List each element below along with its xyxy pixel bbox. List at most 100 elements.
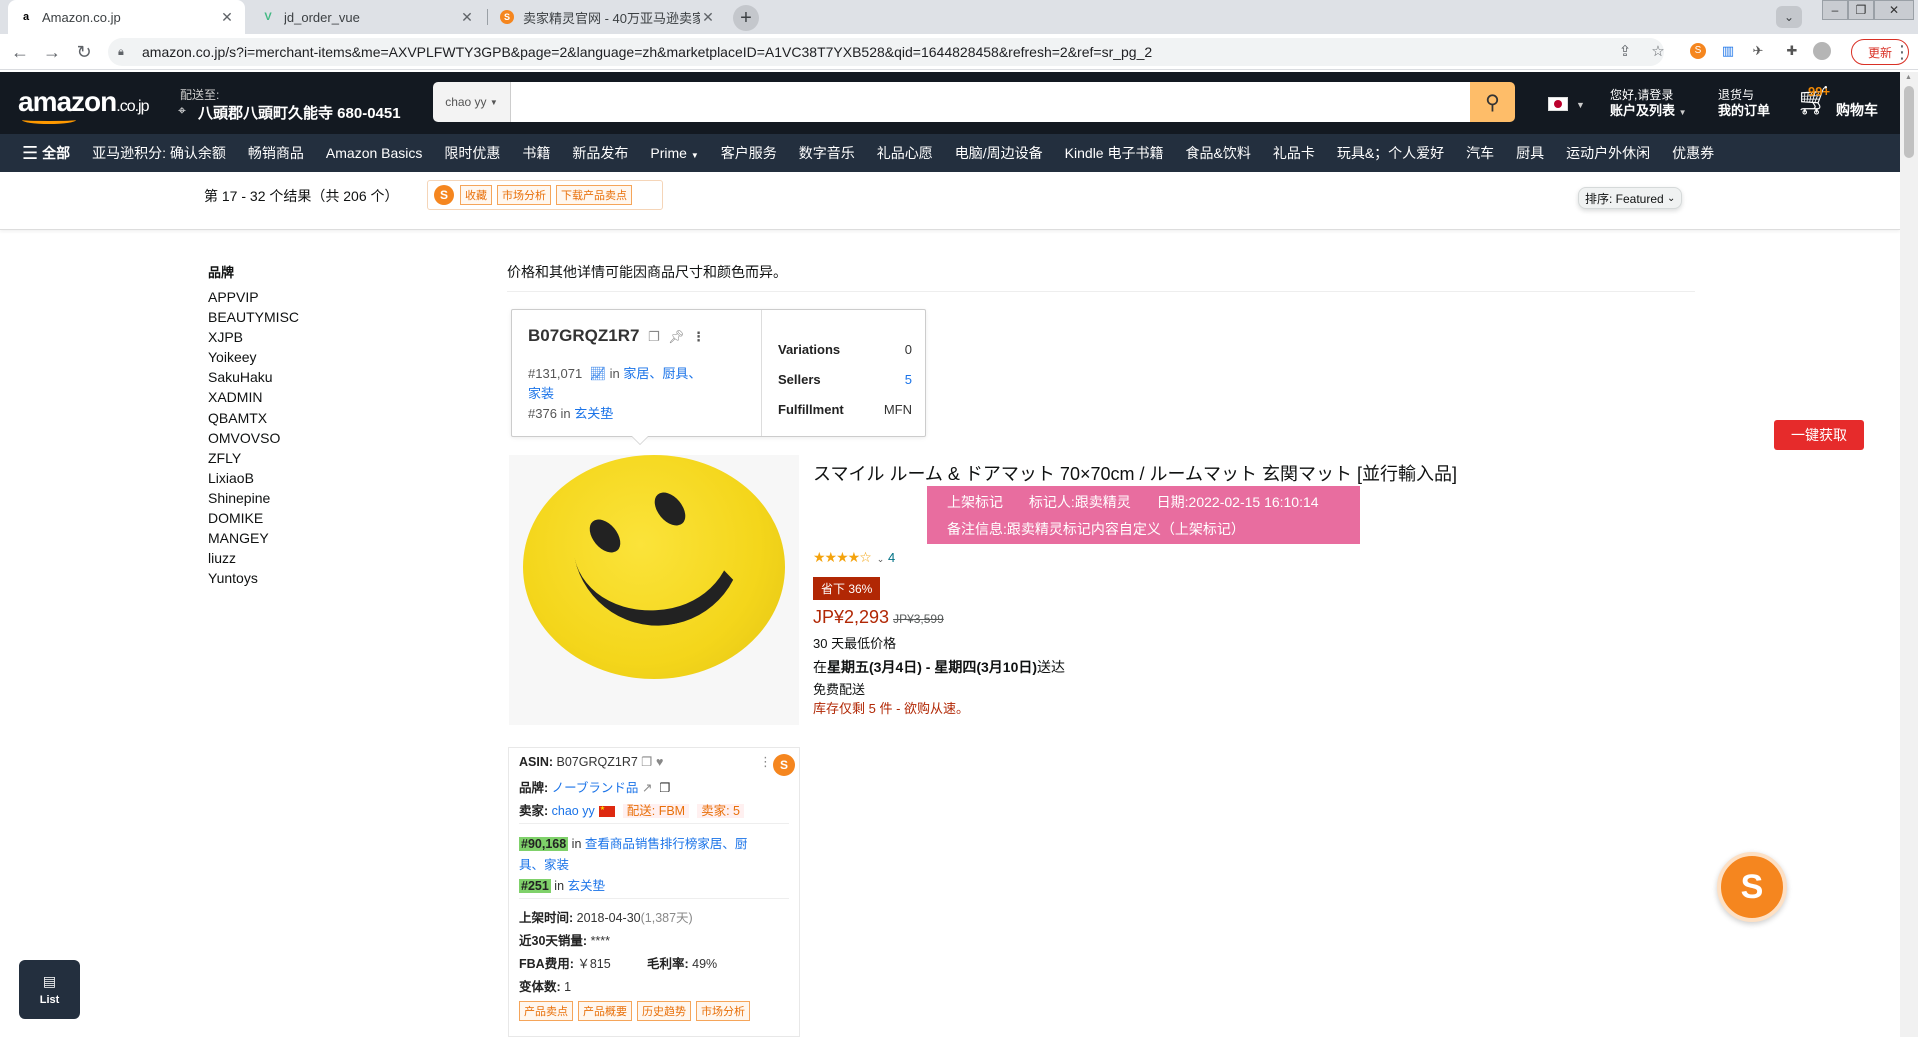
asin-code[interactable]: B07GRQZ1R7 — [528, 326, 639, 346]
deliver-to[interactable]: 配送至: ⌖ 八頭郡八頭町久能寺 680-0451 — [178, 86, 401, 122]
sellersprite-float-button[interactable]: S — [1717, 852, 1787, 922]
nav-item[interactable]: 汽车 — [1466, 143, 1494, 163]
profile-avatar[interactable] — [1812, 41, 1832, 61]
scrollbar-thumb[interactable] — [1904, 86, 1914, 158]
sp-brand-link[interactable]: ノーブランド品 — [552, 781, 639, 795]
nav-item[interactable]: 礼品心愿 — [877, 143, 933, 163]
brand-link[interactable]: DOMIKE — [208, 508, 299, 528]
download-selling-points-button[interactable]: 下载产品卖点 — [556, 185, 632, 205]
list-button[interactable]: ▤ List — [19, 960, 80, 1019]
sp-rank-category-link[interactable]: 玄关垫 — [568, 879, 606, 893]
selling-points-button[interactable]: 产品卖点 — [519, 1001, 573, 1021]
copy-icon[interactable]: ❐ — [641, 755, 652, 769]
brand-link[interactable]: BEAUTYMISC — [208, 307, 299, 327]
cart-label[interactable]: 购物车 — [1836, 100, 1878, 120]
japan-flag-icon[interactable] — [1548, 97, 1568, 111]
external-link-icon[interactable]: ↗ — [642, 781, 652, 795]
brand-link[interactable]: Yuntoys — [208, 568, 299, 588]
back-icon[interactable]: ← — [8, 40, 32, 64]
scroll-up-icon[interactable]: ▲ — [1905, 74, 1912, 81]
sort-select[interactable]: 排序: Featured ⌄ — [1578, 187, 1683, 209]
product-image[interactable] — [509, 455, 799, 725]
puzzle-icon[interactable]: ✚ — [1782, 41, 1802, 61]
market-analysis-button[interactable]: 市场分析 — [696, 1001, 750, 1021]
maximize-icon[interactable]: ❐ — [1848, 0, 1874, 20]
new-tab-button[interactable]: + — [733, 5, 759, 31]
nav-all-menu[interactable]: ☰ 全部 — [22, 143, 70, 164]
market-analysis-button[interactable]: 市场分析 — [497, 185, 551, 205]
more-vertical-icon[interactable]: ⋮ — [759, 754, 772, 770]
one-click-fetch-button[interactable]: 一键获取 — [1774, 420, 1864, 450]
forward-icon[interactable]: → — [40, 40, 64, 64]
brand-link[interactable]: XJPB — [208, 327, 299, 347]
chart-extension-icon[interactable]: ▥ — [1718, 41, 1738, 61]
amazon-logo[interactable]: amazon.co.jp — [18, 86, 150, 118]
brand-link[interactable]: SakuHaku — [208, 367, 299, 387]
favorite-tag-button[interactable]: 收藏 — [460, 185, 492, 205]
brand-link[interactable]: LixiaoB — [208, 468, 299, 488]
bird-extension-icon[interactable]: ✈ — [1748, 41, 1768, 61]
nav-item[interactable]: Amazon Basics — [326, 145, 422, 161]
brand-link[interactable]: ZFLY — [208, 448, 299, 468]
nav-item[interactable]: 亚马逊积分: 确认余额 — [92, 143, 226, 163]
nav-item[interactable]: 优惠券 — [1672, 143, 1714, 163]
sp-rank-category-link[interactable]: 具、家装 — [519, 858, 569, 872]
brand-link[interactable]: QBAMTX — [208, 408, 299, 428]
reload-icon[interactable]: ↻ — [72, 40, 96, 64]
nav-item[interactable]: 限时优惠 — [444, 143, 500, 163]
share-icon[interactable]: ⇪ — [1615, 41, 1635, 61]
nav-item[interactable]: 书籍 — [522, 143, 550, 163]
brand-link[interactable]: MANGEY — [208, 528, 299, 548]
copy-icon[interactable]: ❐ — [648, 329, 660, 345]
nav-item[interactable]: 畅销商品 — [248, 143, 304, 163]
heart-icon[interactable]: ♥ — [656, 755, 663, 769]
rank-category-link[interactable]: 家居、厨具、 — [623, 366, 701, 381]
tab-search-icon[interactable]: ⌄ — [1776, 6, 1802, 28]
product-summary-button[interactable]: 产品概要 — [578, 1001, 632, 1021]
close-icon[interactable]: ✕ — [219, 9, 235, 26]
nav-item[interactable]: 新品发布 — [572, 143, 628, 163]
nav-item[interactable]: 客户服务 — [721, 143, 777, 163]
sellers-value[interactable]: 5 — [905, 372, 912, 387]
search-button[interactable]: ⚲ — [1470, 82, 1515, 122]
brand-link[interactable]: OMVOVSO — [208, 428, 299, 448]
product-title-link[interactable]: スマイル ルーム & ドアマット 70×70cm / ルームマット 玄関マット … — [813, 460, 1457, 486]
minimize-icon[interactable]: – — [1822, 0, 1848, 20]
sp-seller-link[interactable]: chao yy — [552, 804, 595, 818]
trend-chart-icon[interactable]: 📈︎ — [589, 366, 606, 381]
nav-item-prime[interactable]: Prime ▼ — [650, 145, 698, 161]
nav-item[interactable]: 数字音乐 — [799, 143, 855, 163]
brand-link[interactable]: APPVIP — [208, 287, 299, 307]
close-window-icon[interactable]: ✕ — [1874, 0, 1914, 20]
rank-category-link[interactable]: 家装 — [528, 386, 554, 401]
brand-link[interactable]: Yoikeey — [208, 347, 299, 367]
account-menu[interactable]: 您好,请登录 账户及列表 ▼ — [1610, 88, 1687, 120]
close-icon[interactable]: ✕ — [459, 9, 475, 26]
brand-link[interactable]: XADMIN — [208, 387, 299, 407]
tab-amazon[interactable]: a Amazon.co.jp ✕ — [8, 0, 245, 34]
search-input[interactable] — [511, 82, 1470, 122]
more-vertical-icon[interactable]: ⋮ — [692, 329, 705, 345]
nav-item[interactable]: 食品&饮料 — [1185, 143, 1250, 163]
nav-item[interactable]: 厨具 — [1516, 143, 1544, 163]
pin-icon[interactable]: 📌︎ — [668, 329, 685, 345]
nav-item[interactable]: Kindle 电子书籍 — [1065, 143, 1164, 163]
sellersprite-logo-icon[interactable]: S — [773, 754, 795, 776]
menu-kebab-icon[interactable]: ⋮ — [1890, 40, 1914, 64]
address-bar[interactable]: 🔒︎ amazon.co.jp/s?i=merchant-items&me=AX… — [108, 38, 1664, 66]
nav-item[interactable]: 礼品卡 — [1273, 143, 1315, 163]
nav-item[interactable]: 玩具&；个人爱好 — [1337, 143, 1444, 163]
rating-count[interactable]: 4 — [888, 550, 895, 565]
page-scrollbar[interactable]: ▲ — [1900, 72, 1918, 1037]
sp-rank-category-link[interactable]: 查看商品销售排行榜家居、厨 — [585, 837, 748, 851]
search-category-select[interactable]: chao yy ▼ — [433, 82, 511, 122]
rating[interactable]: ★★★★☆ ⌄ 4 — [813, 549, 895, 566]
nav-item[interactable]: 电脑/周边设备 — [955, 143, 1043, 163]
brand-link[interactable]: Shinepine — [208, 488, 299, 508]
close-icon[interactable]: ✕ — [700, 9, 716, 26]
rank-category-link[interactable]: 玄关垫 — [574, 406, 613, 421]
tab-jd-order-vue[interactable]: V jd_order_vue ✕ — [250, 0, 485, 34]
nav-item[interactable]: 运动户外休闲 — [1566, 143, 1650, 163]
sellersprite-extension-icon[interactable]: S — [1688, 41, 1708, 61]
brand-link[interactable]: liuzz — [208, 548, 299, 568]
